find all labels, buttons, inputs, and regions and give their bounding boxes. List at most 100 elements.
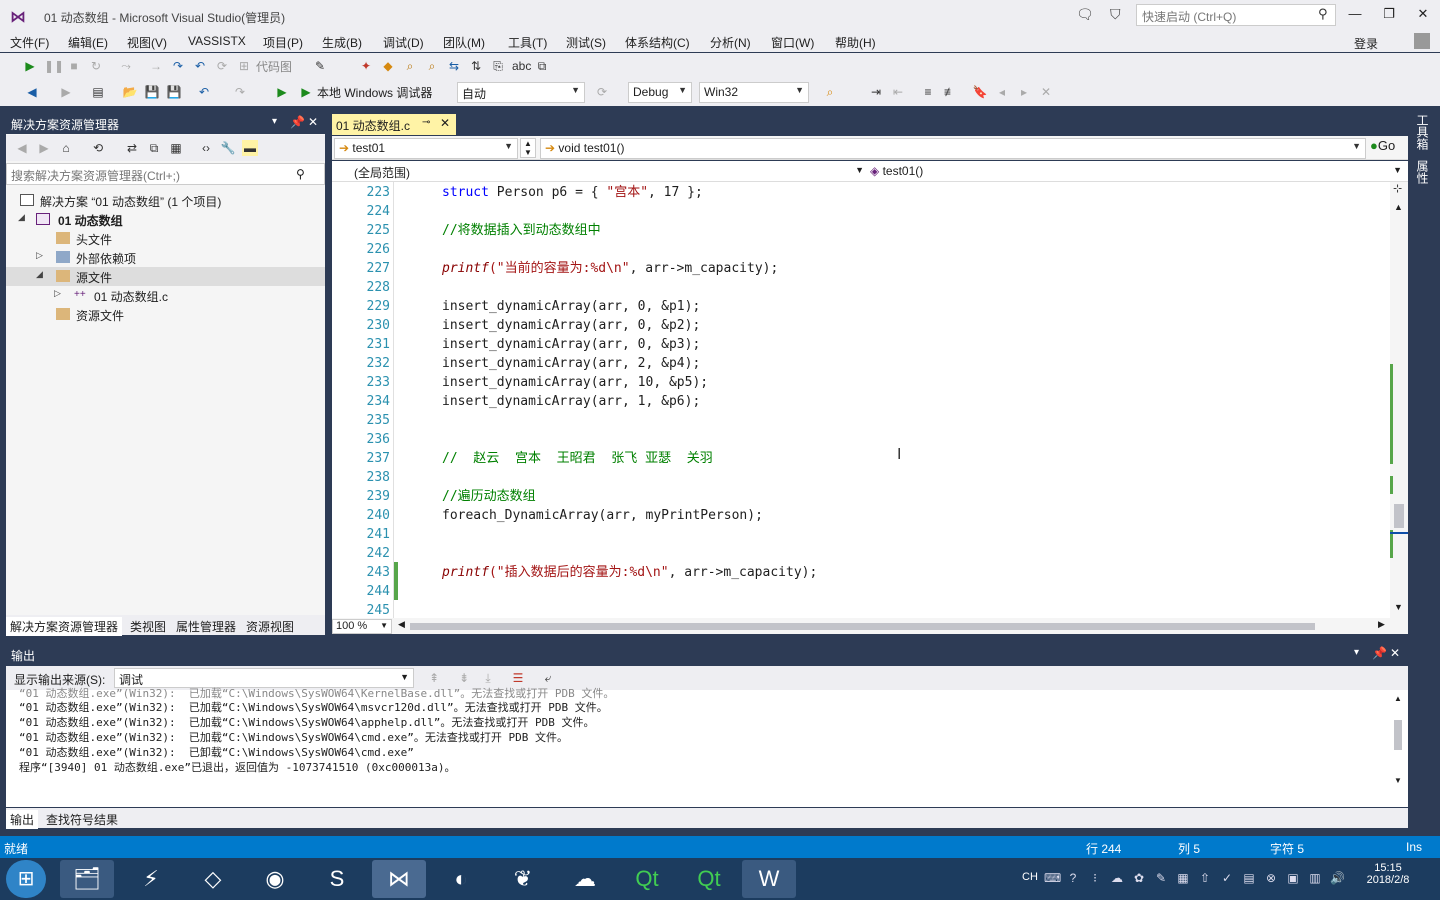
scroll-thumb[interactable] [1394, 720, 1402, 750]
open-file-icon[interactable]: 📂 [122, 84, 138, 100]
app-taskbar-icon[interactable]: ◐ [434, 860, 488, 898]
qt-creator-taskbar-icon[interactable]: Qt [682, 860, 736, 898]
history-icon[interactable]: ⟲ [90, 140, 106, 156]
comment-icon[interactable]: ≡ [920, 84, 936, 100]
chat-taskbar-icon[interactable]: ☁ [558, 860, 612, 898]
menu-help[interactable]: 帮助(H) [835, 34, 876, 51]
tab-properties[interactable]: 属性 [1414, 160, 1431, 184]
collapse-all-icon[interactable]: ⧉ [146, 140, 162, 156]
code-map-icon[interactable]: ⊞ [236, 58, 252, 74]
menu-debug[interactable]: 调试(D) [383, 34, 424, 51]
va-icon-3[interactable]: ⌕ [402, 58, 418, 74]
tray-app-icon[interactable]: ⊗ [1264, 871, 1278, 885]
bookmark-clear-icon[interactable]: ✕ [1038, 84, 1054, 100]
find-icon[interactable]: ⌕ [822, 84, 838, 100]
menu-test[interactable]: 测试(S) [566, 34, 606, 51]
pin-icon[interactable]: ⊸ [422, 117, 430, 128]
tray-clock[interactable]: 15:15 2018/2/8 [1360, 862, 1416, 886]
sync-icon[interactable]: ⇄ [124, 140, 140, 156]
refresh-icon[interactable]: ⟳ [214, 58, 230, 74]
step-over-icon[interactable]: ↷ [170, 58, 186, 74]
undo-icon[interactable]: ↶ [196, 84, 212, 100]
pause-icon[interactable]: ❚❚ [44, 58, 64, 74]
tab-output[interactable]: 输出 [6, 810, 39, 829]
unity-taskbar-icon[interactable]: ◇ [186, 860, 240, 898]
antivirus-icon[interactable]: ✿ [1132, 871, 1146, 885]
horizontal-scrollbar[interactable]: 100 % ▼ ◀ ▶ [332, 618, 1408, 634]
keyboard-icon[interactable]: ⌨ [1044, 871, 1061, 885]
tree-item-header-files[interactable]: 头文件 [6, 229, 325, 248]
menu-file[interactable]: 文件(F) [10, 34, 49, 51]
view-code-icon[interactable]: ‹› [198, 140, 214, 156]
tab-find-symbol-results[interactable]: 查找符号结果 [42, 810, 122, 829]
redo-icon[interactable]: ↷ [232, 84, 248, 100]
va-icon-5[interactable]: ⇆ [446, 58, 462, 74]
run-icon[interactable]: ▶ [274, 84, 290, 100]
config-combo[interactable]: Debug ▼ [628, 82, 692, 103]
bookmark-prev-icon[interactable]: ◂ [994, 84, 1010, 100]
evernote-taskbar-icon[interactable]: ❦ [496, 860, 550, 898]
start-icon[interactable]: ▶ [22, 58, 38, 74]
tab-property-manager[interactable]: 属性管理器 [172, 617, 240, 636]
va-icon-6[interactable]: ⇅ [468, 58, 484, 74]
document-tab[interactable]: 01 动态数组.c ⊸ ✕ [332, 114, 456, 135]
word-taskbar-icon[interactable]: W [742, 860, 796, 898]
tree-item-project[interactable]: ◢ 01 动态数组 [6, 210, 325, 229]
tray-app-icon[interactable]: ☁ [1110, 871, 1124, 885]
word-wrap-icon[interactable]: ⤶ [540, 670, 556, 686]
menu-window[interactable]: 窗口(W) [771, 34, 814, 51]
home-icon[interactable]: ⌂ [58, 140, 74, 156]
nav-left-combo[interactable]: ➔ test01 ▼ [334, 138, 518, 159]
menu-team[interactable]: 团队(M) [443, 34, 485, 51]
nav-right-combo[interactable]: ➔ void test01() ▼ [540, 138, 1366, 159]
volume-icon[interactable]: 🔊 [1330, 871, 1345, 885]
tray-app-icon[interactable]: ✎ [1154, 871, 1168, 885]
scroll-thumb[interactable] [1394, 504, 1404, 528]
bookmark-icon[interactable]: 🔖 [972, 84, 988, 100]
upload-icon[interactable]: ⇧ [1198, 871, 1212, 885]
output-source-combo[interactable]: 调试 ▼ [114, 668, 414, 688]
member-combo[interactable]: ◈ test01() ▼ [870, 164, 1406, 178]
scroll-down-icon[interactable]: ▼ [1394, 602, 1403, 612]
collapsed-icon[interactable]: ▷ [54, 288, 61, 299]
va-icon-4[interactable]: ⌕ [424, 58, 440, 74]
va-icon-8[interactable]: abc [512, 58, 531, 74]
back-icon[interactable]: ◀ [14, 140, 30, 156]
minimize-button[interactable]: — [1340, 6, 1370, 26]
scroll-up-icon[interactable]: ▲ [1394, 202, 1403, 212]
collapsed-icon[interactable]: ▷ [36, 250, 43, 261]
output-text[interactable]: “01 动态数组.exe”(Win32): 已加载“C:\Windows\Sys… [6, 687, 1408, 807]
pin-icon[interactable]: 📌 [290, 115, 305, 129]
forward-icon[interactable]: ▶ [58, 84, 74, 100]
tray-app-icon[interactable]: ▤ [1242, 871, 1256, 885]
close-button[interactable]: ✕ [1408, 6, 1438, 26]
scroll-left-icon[interactable]: ◀ [398, 619, 405, 630]
tree-item-source-files[interactable]: ◢ 源文件 [6, 267, 325, 286]
feedback-filter-icon[interactable]: ⛉ [1110, 6, 1121, 23]
platform-combo[interactable]: Win32 ▼ [699, 82, 809, 103]
maximize-button[interactable]: ❐ [1374, 6, 1404, 26]
solution-search-input[interactable]: 搜索解决方案资源管理器(Ctrl+;) [6, 163, 325, 185]
login-link[interactable]: 登录 [1354, 35, 1378, 52]
va-icon-9[interactable]: ⧉ [534, 58, 550, 74]
search-icon[interactable]: ⚲ [296, 167, 305, 181]
zoom-combo[interactable]: 100 % ▼ [332, 619, 392, 634]
tab-toolbox[interactable]: 工具箱 [1414, 114, 1431, 150]
scroll-right-icon[interactable]: ▶ [1378, 619, 1385, 630]
tab-solution-explorer[interactable]: 解决方案资源管理器 [6, 617, 123, 636]
close-icon[interactable]: ✕ [1390, 646, 1400, 660]
back-icon[interactable]: ◀ [24, 84, 40, 100]
tree-item-resource-files[interactable]: 资源文件 [6, 305, 325, 324]
va-icon-2[interactable]: ◆ [380, 58, 396, 74]
goto-last-icon[interactable]: ⤓ [480, 670, 496, 686]
auto-combo[interactable]: 自动 ▼ [457, 82, 585, 103]
tab-class-view[interactable]: 类视图 [126, 617, 170, 636]
sublime-taskbar-icon[interactable]: S [310, 860, 364, 898]
va-icon-7[interactable]: ⎘ [490, 58, 506, 74]
qt-taskbar-icon[interactable]: Qt [620, 860, 674, 898]
step-out-icon[interactable]: ↶ [192, 58, 208, 74]
quick-launch-input[interactable]: 快速启动 (Ctrl+Q) [1136, 4, 1336, 26]
indent-icon[interactable]: ⇥ [868, 84, 884, 100]
forward-icon[interactable]: ▶ [36, 140, 52, 156]
nav-spinner[interactable]: ▲ ▼ [520, 138, 536, 158]
